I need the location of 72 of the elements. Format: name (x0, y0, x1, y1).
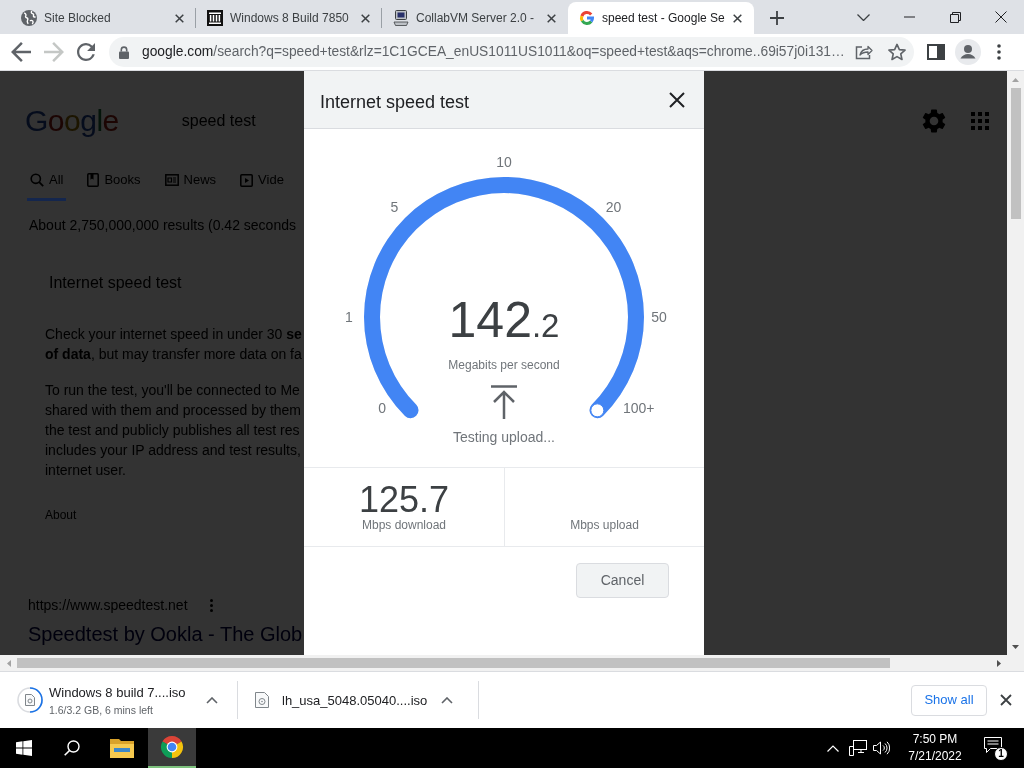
result-value: 125.7 (358, 482, 450, 518)
scrollbar-thumb[interactable] (17, 658, 890, 668)
multicolor-g-icon (579, 10, 595, 26)
arrow-down-icon[interactable] (1012, 644, 1019, 649)
newspaper-icon (164, 174, 179, 186)
close-icon[interactable] (175, 13, 184, 23)
chevron-up-icon[interactable] (206, 696, 218, 704)
plus-icon[interactable] (770, 11, 784, 25)
back-arrow-icon[interactable] (11, 42, 31, 62)
close-icon[interactable] (1000, 694, 1012, 706)
file-icon (255, 692, 269, 708)
speed-unit: Megabits per second (448, 357, 560, 373)
computer-icon (393, 10, 409, 26)
clock-date[interactable]: 7/21/2022 (908, 748, 962, 765)
speed-value: 142.2 (448, 295, 560, 345)
browser-tab[interactable]: Site Blocked (10, 2, 196, 34)
dialog-title: Internet speed test (320, 91, 470, 113)
clock-time[interactable]: 7:50 PM (912, 731, 958, 748)
file-name[interactable]: Windows 8 build 7....iso (49, 683, 186, 701)
close-icon[interactable] (995, 11, 1007, 23)
show-all-button[interactable]: Show all (911, 684, 987, 716)
tricolor-wheel-icon (160, 735, 184, 759)
address-bar[interactable]: google.com/search?q=speed+test&rlz=1C1GCEA_enUS1011US1011&oq=speed+test&aqs=chrome..69i57j0i131… (109, 37, 914, 67)
browser-tab[interactable]: speed test - Google Se (568, 2, 754, 34)
close-icon[interactable] (733, 13, 742, 23)
globe-icon (21, 10, 37, 26)
book-icon (87, 173, 100, 187)
arrow-right-icon[interactable] (996, 659, 1001, 667)
lock-icon[interactable] (119, 45, 129, 59)
scale-label: 10 (496, 154, 512, 170)
scale-label: 5 (390, 199, 399, 216)
chevron-down-icon[interactable] (856, 13, 870, 21)
chevron-up-icon[interactable] (441, 696, 453, 704)
file-name[interactable]: lh_usa_5048.05040....iso (282, 691, 428, 709)
close-icon[interactable] (361, 13, 370, 23)
notification-count: 1 (994, 747, 1008, 761)
browser-tab[interactable]: CollabVM Server 2.0 - (382, 2, 568, 34)
network-icon[interactable] (849, 740, 867, 756)
scale-label: 1 (345, 309, 353, 325)
vertical-scrollbar[interactable] (1007, 71, 1024, 655)
status-text: Testing upload... (453, 428, 555, 447)
close-icon[interactable] (669, 91, 685, 108)
result-label: Mbps upload (570, 518, 639, 532)
side-panel-icon[interactable] (927, 44, 945, 60)
avatar-icon[interactable] (955, 39, 981, 65)
scale-label: 0 (378, 400, 386, 416)
taskbar-app[interactable] (148, 728, 196, 768)
minimize-icon[interactable] (903, 16, 915, 18)
reload-icon[interactable] (77, 43, 95, 61)
result-label: Mbps download (361, 518, 447, 532)
search-icon[interactable] (64, 740, 80, 756)
file-icon (25, 694, 35, 706)
close-icon[interactable] (547, 13, 556, 23)
star-icon[interactable] (888, 43, 906, 61)
search-icon (30, 173, 44, 187)
menu-icon[interactable] (997, 44, 1001, 60)
scrollbar-thumb[interactable] (1010, 88, 1021, 219)
scale-label: 100+ (623, 400, 655, 416)
download-status: 1.6/3.2 GB, 6 mins left (49, 703, 154, 717)
pillars-icon (207, 10, 223, 26)
play-square-icon (240, 173, 254, 187)
scale-label: 20 (605, 199, 622, 216)
upload-arrow-icon (490, 385, 518, 419)
folder-icon (110, 738, 134, 758)
windows-logo-icon[interactable] (16, 740, 32, 756)
browser-tab[interactable]: Windows 8 Build 7850 (196, 2, 382, 34)
scale-label: 50 (651, 309, 667, 325)
url-text: google.com/search?q=speed+test&rlz=1C1GCEA_enUS1011US1011&oq=speed+test&aqs=chrome..69i57j0i131… (142, 43, 845, 61)
share-icon[interactable] (855, 44, 873, 60)
restore-icon[interactable] (949, 11, 961, 23)
speaker-icon[interactable] (873, 741, 890, 755)
cancel-button[interactable]: Cancel (576, 563, 669, 598)
